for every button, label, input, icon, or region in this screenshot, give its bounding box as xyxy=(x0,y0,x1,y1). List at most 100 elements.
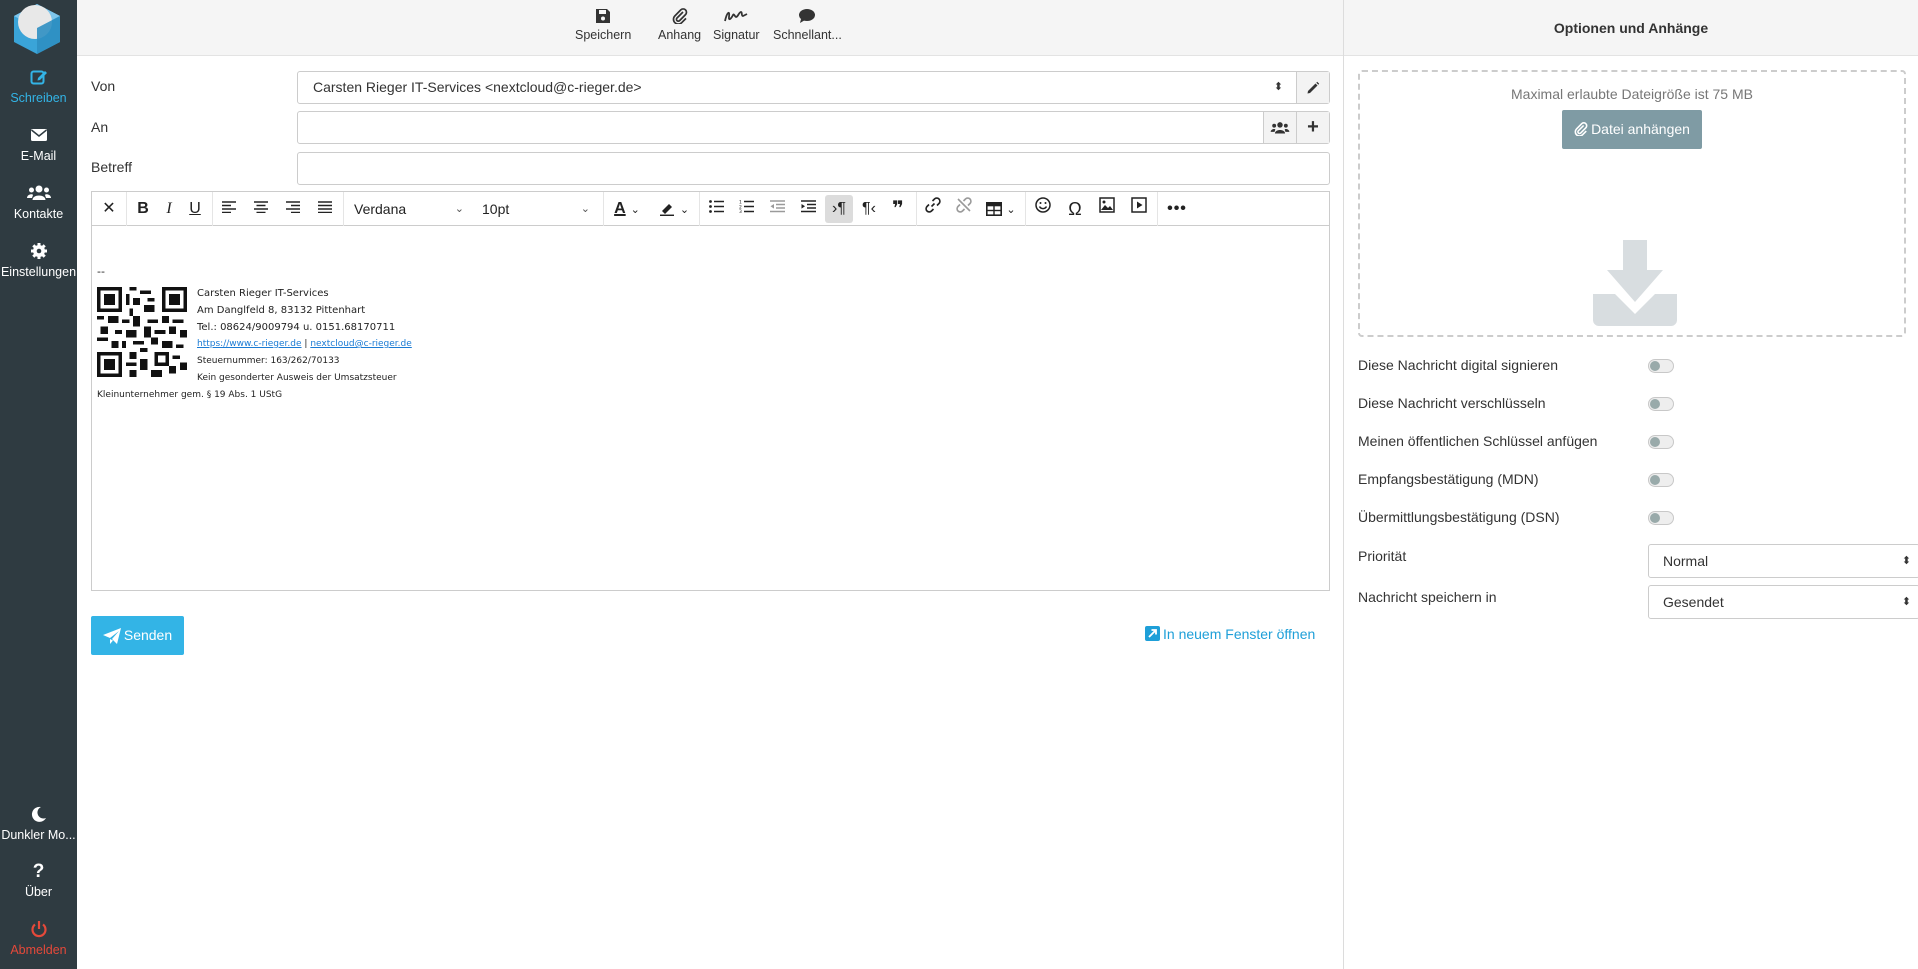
special-char-button[interactable]: Ω xyxy=(1061,195,1089,223)
signature-address: Am Danglfeld 8, 83132 Pittenhart xyxy=(197,305,366,316)
public-key-toggle[interactable] xyxy=(1648,435,1674,449)
bullet-list-button[interactable] xyxy=(702,195,730,223)
priority-option: Priorität Normal ⬍ xyxy=(1358,544,1918,578)
sidebar-item-label: Schreiben xyxy=(10,91,67,105)
insert-media-button[interactable] xyxy=(1125,195,1153,223)
sidebar-item-about[interactable]: ? Über xyxy=(0,862,77,900)
add-recipient-button[interactable]: + xyxy=(1296,112,1329,143)
to-field[interactable]: + xyxy=(297,111,1330,144)
sidebar-item-dark-mode[interactable]: Dunkler Mo... xyxy=(0,805,77,842)
text-color-button[interactable]: A ⌄ xyxy=(606,195,648,223)
quick-reply-button[interactable]: Schnellant... xyxy=(773,8,842,42)
paper-plane-icon xyxy=(102,628,121,645)
sidebar-item-label: Abmelden xyxy=(10,943,67,957)
options-panel: Optionen und Anhänge Maximal erlaubte Da… xyxy=(1343,0,1918,969)
signature-website-link[interactable]: https://www.c-rieger.de xyxy=(197,339,302,349)
floppy-icon xyxy=(596,9,611,23)
outdent-icon xyxy=(769,200,785,213)
sign-option: Diese Nachricht digital signieren xyxy=(1358,357,1906,377)
bold-button[interactable]: B xyxy=(129,195,157,223)
subject-field[interactable] xyxy=(297,152,1330,185)
sidebar-item-logout[interactable]: Abmelden xyxy=(0,920,77,957)
sidebar-item-label: Dunkler Mo... xyxy=(1,828,76,842)
clear-format-button[interactable]: ✕ xyxy=(95,195,123,223)
from-value: Carsten Rieger IT-Services <nextcloud@c-… xyxy=(313,79,642,95)
sign-toggle[interactable] xyxy=(1648,359,1674,373)
editor-body[interactable]: -- Carsten Rieger IT-Services Am Danglfe… xyxy=(92,227,1329,590)
align-center-button[interactable] xyxy=(247,195,275,223)
align-right-button[interactable] xyxy=(279,195,307,223)
comment-icon xyxy=(799,9,816,23)
dsn-option: Übermittlungsbestätigung (DSN) xyxy=(1358,509,1906,529)
numbered-list-button[interactable]: 123 xyxy=(732,195,760,223)
sidebar-item-label: Über xyxy=(24,885,53,899)
font-size-select[interactable]: 10pt ⌄ xyxy=(476,195,600,223)
toolbar-divider xyxy=(603,192,604,226)
open-new-window-link[interactable]: In neuem Fenster öffnen xyxy=(1145,626,1315,642)
attach-button[interactable]: Anhang xyxy=(658,8,701,42)
media-icon xyxy=(1131,197,1147,213)
sidebar-item-contacts[interactable]: Kontakte xyxy=(0,184,77,221)
remove-link-button[interactable] xyxy=(950,195,978,223)
toolbar-divider xyxy=(699,192,700,226)
dsn-toggle[interactable] xyxy=(1648,511,1674,525)
mdn-option: Empfangsbestätigung (MDN) xyxy=(1358,471,1906,491)
align-justify-button[interactable] xyxy=(311,195,339,223)
chevron-down-icon: ⌄ xyxy=(454,203,464,215)
signature-company: Carsten Rieger IT-Services xyxy=(197,288,329,299)
attachment-dropzone[interactable]: Maximal erlaubte Dateigröße ist 75 MB Da… xyxy=(1358,70,1906,337)
svg-text:3: 3 xyxy=(739,209,742,213)
mdn-toggle[interactable] xyxy=(1648,473,1674,487)
font-family-select[interactable]: Verdana ⌄ xyxy=(346,195,474,223)
ltr-direction-button[interactable]: ›¶ xyxy=(825,195,853,223)
signature-small-business-note: Kleinunternehmer gem. § 19 Abs. 1 UStG xyxy=(97,390,283,400)
encrypt-option: Diese Nachricht verschlüsseln xyxy=(1358,395,1906,415)
align-left-button[interactable] xyxy=(215,195,243,223)
save-folder-select[interactable]: Gesendet ⬍ xyxy=(1648,585,1918,619)
insert-link-button[interactable] xyxy=(919,195,947,223)
send-button[interactable]: Senden xyxy=(91,616,184,655)
priority-select[interactable]: Normal ⬍ xyxy=(1648,544,1918,578)
encrypt-toggle[interactable] xyxy=(1648,397,1674,411)
users-icon xyxy=(1270,122,1290,134)
signature-icon xyxy=(724,11,748,22)
ltr-paragraph-icon: ›¶ xyxy=(832,200,846,217)
insert-table-button[interactable]: ⌄ xyxy=(980,195,1022,223)
sidebar-item-settings[interactable]: Einstellungen xyxy=(0,242,77,279)
address-book-button[interactable] xyxy=(1263,112,1296,143)
close-icon: ✕ xyxy=(102,200,116,217)
rtl-paragraph-icon: ¶‹ xyxy=(862,200,876,217)
chevron-down-icon: ⌄ xyxy=(630,204,640,216)
omega-icon: Ω xyxy=(1068,199,1082,219)
plus-icon: + xyxy=(1307,116,1319,138)
text-color-icon: A xyxy=(614,200,626,217)
signature-email-link[interactable]: nextcloud@c-rieger.de xyxy=(310,339,411,349)
blockquote-button[interactable]: ❞ xyxy=(884,195,912,223)
toolbar-divider xyxy=(1025,192,1026,226)
message-editor[interactable]: ✕ B I U Verdana ⌄ 10pt ⌄ A ⌄ ⌄ 1 2 3 ›¶ … xyxy=(91,191,1330,591)
sidebar-item-compose[interactable]: Schreiben xyxy=(0,68,77,105)
pencil-icon xyxy=(1307,82,1320,94)
indent-button[interactable] xyxy=(794,195,822,223)
gear-icon xyxy=(0,242,77,262)
numbered-list-icon: 123 xyxy=(739,200,754,215)
max-size-text: Maximal erlaubte Dateigröße ist 75 MB xyxy=(1511,86,1753,102)
rtl-direction-button[interactable]: ¶‹ xyxy=(855,195,883,223)
unlink-icon xyxy=(956,197,972,213)
outdent-button[interactable] xyxy=(763,195,791,223)
more-options-button[interactable]: ••• xyxy=(1163,195,1191,223)
edit-sender-button[interactable] xyxy=(1296,72,1329,103)
save-button[interactable]: Speichern xyxy=(575,8,631,42)
attach-file-button[interactable]: Datei anhängen xyxy=(1562,110,1702,149)
editor-toolbar: ✕ B I U Verdana ⌄ 10pt ⌄ A ⌄ ⌄ 1 2 3 ›¶ … xyxy=(92,192,1329,226)
emoji-button[interactable] xyxy=(1029,195,1057,223)
sidebar-item-email[interactable]: E-Mail xyxy=(0,126,77,163)
signature-button[interactable]: Signatur xyxy=(713,8,760,42)
app-logo xyxy=(14,4,60,54)
italic-button[interactable]: I xyxy=(155,195,183,223)
underline-button[interactable]: U xyxy=(181,195,209,223)
table-icon xyxy=(986,201,1003,216)
highlight-color-button[interactable]: ⌄ xyxy=(652,195,696,223)
from-select[interactable]: Carsten Rieger IT-Services <nextcloud@c-… xyxy=(297,71,1330,104)
insert-image-button[interactable] xyxy=(1093,195,1121,223)
